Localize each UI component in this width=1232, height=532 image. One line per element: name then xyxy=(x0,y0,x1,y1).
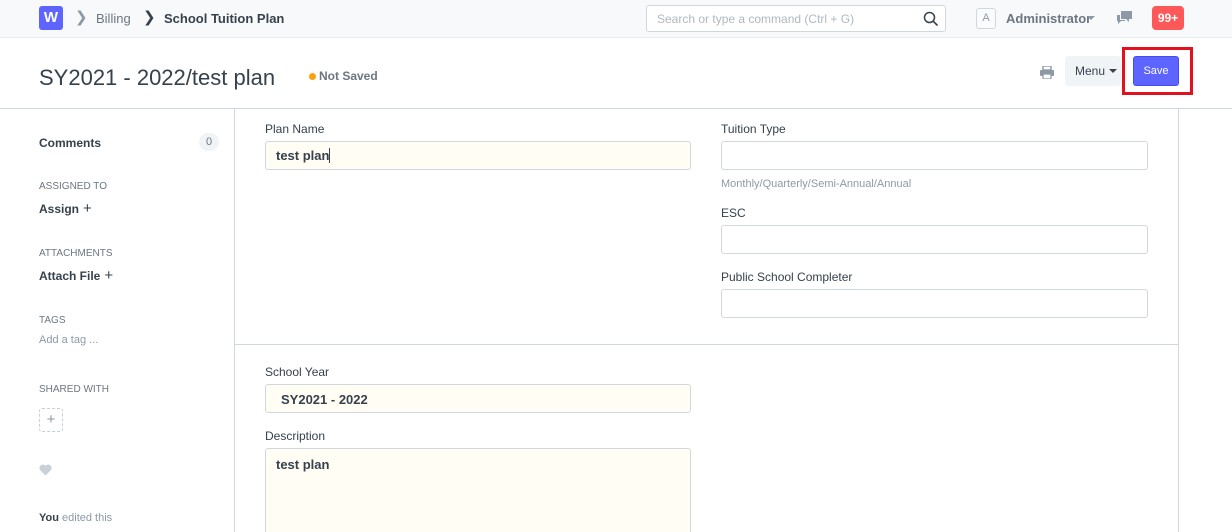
caret-down-icon xyxy=(1109,69,1117,73)
plus-icon: + xyxy=(104,267,114,284)
assigned-to-label: ASSIGNED TO xyxy=(39,181,107,192)
text-cursor xyxy=(329,148,331,163)
plan-name-input[interactable]: test plan xyxy=(265,141,691,170)
search-icon[interactable] xyxy=(923,11,939,27)
public-school-completer-label: Public School Completer xyxy=(721,270,853,284)
navbar: W ❯ Billing ❯ School Tuition Plan A Admi… xyxy=(0,0,1232,38)
form-body: Plan Name test plan Tuition Type Monthly… xyxy=(234,109,1179,532)
menu-button[interactable]: Menu xyxy=(1065,56,1121,86)
user-menu[interactable]: Administrator xyxy=(1006,11,1091,26)
save-button[interactable]: Save xyxy=(1133,56,1179,86)
attachments-label: ATTACHMENTS xyxy=(39,248,113,259)
page-title: SY2021 - 2022/test plan xyxy=(39,65,276,90)
description-label: Description xyxy=(265,429,326,443)
heart-icon[interactable] xyxy=(39,464,52,476)
section-divider xyxy=(235,344,1178,345)
search-input[interactable] xyxy=(647,6,907,31)
form-sidebar: Comments 0 ASSIGNED TO Assign + ATTACHMEN… xyxy=(0,109,235,532)
attach-file-label: Attach File xyxy=(39,269,101,283)
timeline-text: edited this xyxy=(62,512,113,524)
add-tag-link[interactable]: Add a tag ... xyxy=(39,334,98,347)
notification-badge[interactable]: 99+ xyxy=(1152,6,1184,30)
school-year-value: SY2021 - 2022 xyxy=(281,392,368,407)
status-badge: Not Saved xyxy=(319,69,378,83)
attach-file-button[interactable]: Attach File + xyxy=(39,267,114,284)
tuition-type-label: Tuition Type xyxy=(721,122,786,136)
plan-name-label: Plan Name xyxy=(265,122,325,136)
tags-label: TAGS xyxy=(39,315,66,326)
app-logo[interactable]: W xyxy=(39,6,63,30)
breadcrumb-school-tuition-plan[interactable]: School Tuition Plan xyxy=(164,11,284,26)
comments-count: 0 xyxy=(199,133,219,151)
chat-icon[interactable] xyxy=(1116,10,1133,26)
public-school-completer-input[interactable] xyxy=(721,289,1148,318)
assign-label: Assign xyxy=(39,202,80,216)
page-head: SY2021 - 2022/test plan Not Saved Menu S… xyxy=(0,38,1232,109)
plus-icon: + xyxy=(83,200,92,217)
menu-button-label: Menu xyxy=(1075,64,1106,78)
caret-down-icon[interactable] xyxy=(1087,16,1095,20)
description-value: test plan xyxy=(276,457,330,472)
chevron-right-icon: ❯ xyxy=(143,9,156,26)
chevron-right-icon: ❯ xyxy=(75,9,88,26)
avatar[interactable]: A xyxy=(976,8,996,29)
breadcrumb-billing[interactable]: Billing xyxy=(96,11,131,26)
school-year-link-field[interactable]: SY2021 - 2022 xyxy=(265,384,691,413)
add-share-button[interactable]: + xyxy=(39,408,63,432)
esc-input[interactable] xyxy=(721,225,1148,254)
assign-button[interactable]: Assign + xyxy=(39,200,92,217)
tuition-type-help: Monthly/Quarterly/Semi-Annual/Annual xyxy=(721,178,912,190)
school-year-label: School Year xyxy=(265,365,330,379)
timeline-entry: You edited this xyxy=(39,512,112,525)
status-indicator-dot xyxy=(309,73,316,80)
plan-name-value: test plan xyxy=(276,148,330,163)
description-textarea[interactable]: test plan xyxy=(265,448,691,532)
shared-with-label: SHARED WITH xyxy=(39,384,109,395)
comments-label[interactable]: Comments xyxy=(39,136,101,150)
tuition-type-input[interactable] xyxy=(721,141,1148,170)
print-icon[interactable] xyxy=(1040,66,1054,79)
esc-label: ESC xyxy=(721,206,746,220)
timeline-user[interactable]: You xyxy=(39,512,59,524)
search-bar xyxy=(646,5,946,32)
